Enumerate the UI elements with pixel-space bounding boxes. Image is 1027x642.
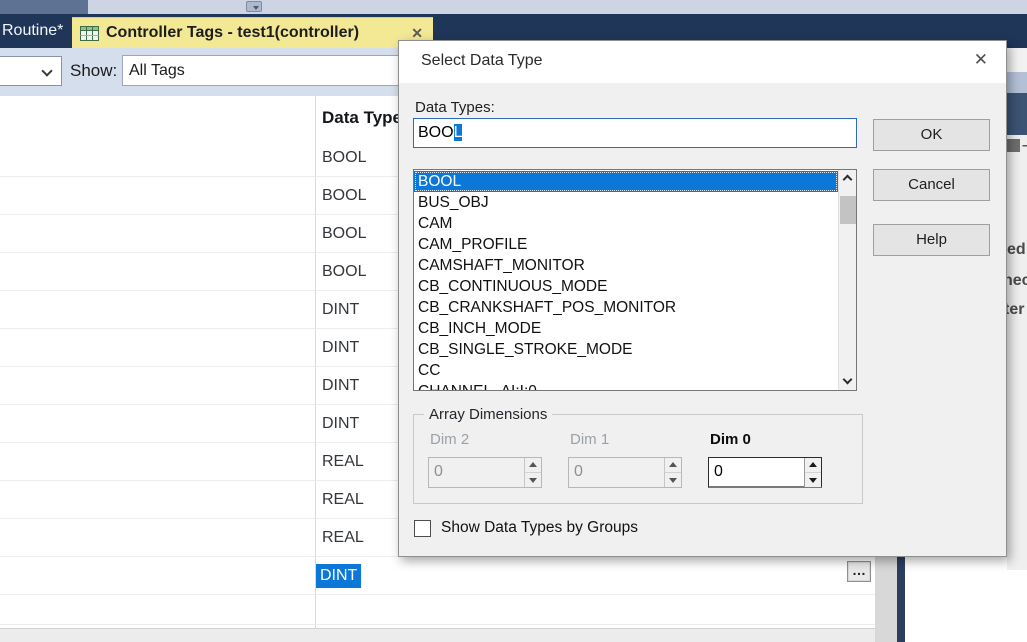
- selected-data-type-cell[interactable]: DINT: [316, 564, 361, 588]
- spin-down-icon: [665, 473, 681, 488]
- scroll-up-icon[interactable]: [839, 170, 857, 187]
- clipped-text-fragment: ter: [1004, 301, 1024, 319]
- app-window: Routine* Controller Tags - test1(control…: [0, 0, 1027, 642]
- spin-up-icon[interactable]: [805, 458, 821, 473]
- dim1-stepper: 0: [568, 457, 682, 488]
- list-item[interactable]: BUS_OBJ: [414, 192, 838, 213]
- data-type-cell[interactable]: BOOL: [322, 139, 366, 177]
- list-item[interactable]: CAMSHAFT_MONITOR: [414, 255, 838, 276]
- dim1-spin-buttons: [664, 458, 681, 487]
- list-item[interactable]: CB_CRANKSHAFT_POS_MONITOR: [414, 297, 838, 318]
- panel-divider: [897, 557, 905, 642]
- list-item[interactable]: CB_CONTINUOUS_MODE: [414, 276, 838, 297]
- browse-ellipsis-button[interactable]: …: [847, 561, 871, 582]
- title-strip-left: [0, 0, 88, 14]
- array-dimensions-group: Array Dimensions Dim 2 Dim 1 Dim 0 0 0: [413, 414, 863, 504]
- data-type-cell[interactable]: BOOL: [322, 253, 366, 291]
- dim2-value: 0: [434, 457, 443, 486]
- list-item[interactable]: CAM_PROFILE: [414, 234, 838, 255]
- dim1-label: Dim 1: [570, 431, 609, 448]
- list-scrollbar[interactable]: [838, 170, 856, 390]
- tab-label: Controller Tags - test1(controller): [106, 24, 359, 42]
- chevron-down-icon: [41, 65, 52, 76]
- data-type-listbox[interactable]: BOOL BUS_OBJ CAM CAM_PROFILE CAMSHAFT_MO…: [413, 169, 857, 391]
- cancel-button[interactable]: Cancel: [873, 169, 990, 201]
- dialog-title-bar[interactable]: Select Data Type ✕: [399, 41, 1006, 83]
- dialog-close-icon[interactable]: ✕: [974, 51, 988, 68]
- right-band-blue: [1007, 72, 1027, 93]
- data-type-column-header[interactable]: Data Type: [322, 96, 402, 139]
- spin-up-icon: [665, 458, 681, 473]
- list-items: BOOL BUS_OBJ CAM CAM_PROFILE CAMSHAFT_MO…: [414, 171, 838, 391]
- title-strip: [0, 0, 1027, 14]
- data-types-label: Data Types:: [415, 99, 495, 116]
- list-item[interactable]: CB_SINGLE_STROKE_MODE: [414, 339, 838, 360]
- data-type-cell[interactable]: REAL: [322, 519, 364, 557]
- data-type-input[interactable]: BOOL: [413, 118, 857, 148]
- window-menu-icon[interactable]: [246, 1, 262, 12]
- dim2-spin-buttons: [524, 458, 541, 487]
- spin-up-icon: [525, 458, 541, 473]
- select-data-type-dialog: Select Data Type ✕ Data Types: BOOL OK C…: [398, 40, 1007, 557]
- scrollbar-thumb[interactable]: [840, 196, 856, 224]
- data-type-cell[interactable]: DINT: [322, 291, 359, 329]
- data-type-cell[interactable]: DINT: [322, 405, 359, 443]
- dim0-label: Dim 0: [710, 431, 751, 448]
- list-item[interactable]: CHANNEL_AI:I:0: [414, 381, 838, 391]
- list-item[interactable]: CC: [414, 360, 838, 381]
- dim0-spin-buttons[interactable]: [804, 458, 821, 487]
- dim1-value: 0: [574, 457, 583, 486]
- data-type-cell[interactable]: REAL: [322, 443, 364, 481]
- dim0-value[interactable]: 0: [714, 457, 723, 486]
- tab-controller-tags[interactable]: Controller Tags - test1(controller) ✕: [72, 17, 433, 48]
- data-type-cell[interactable]: DINT: [322, 329, 359, 367]
- table-row-editing[interactable]: DINT …: [0, 557, 875, 595]
- dim0-stepper[interactable]: 0: [708, 457, 822, 488]
- spin-down-icon: [525, 473, 541, 488]
- right-band-white: [1007, 570, 1027, 642]
- right-gutter: [875, 557, 897, 642]
- show-label: Show:: [70, 61, 117, 81]
- spin-down-icon[interactable]: [805, 473, 821, 488]
- scope-combobox[interactable]: [0, 56, 62, 86]
- clipped-text-fragment: ed: [1007, 241, 1026, 259]
- data-type-cell[interactable]: REAL: [322, 481, 364, 519]
- tab-routine[interactable]: Routine*: [0, 14, 73, 48]
- scroll-down-icon[interactable]: [839, 373, 857, 390]
- table-footer-strip: [0, 628, 897, 642]
- dialog-title: Select Data Type: [421, 52, 543, 70]
- toolbar-fragment-icon: [1007, 139, 1020, 152]
- dim2-label: Dim 2: [430, 431, 469, 448]
- help-button[interactable]: Help: [873, 224, 990, 256]
- right-band-navy: [1007, 93, 1027, 135]
- list-item-selected[interactable]: BOOL: [414, 171, 838, 192]
- ok-button[interactable]: OK: [873, 119, 990, 151]
- show-by-groups-checkbox[interactable]: [414, 520, 431, 537]
- right-band-light: [1007, 48, 1027, 72]
- right-band-gray: [1007, 135, 1027, 570]
- array-dimensions-label: Array Dimensions: [424, 406, 552, 423]
- list-item[interactable]: CAM: [414, 213, 838, 234]
- show-by-groups-label: Show Data Types by Groups: [441, 519, 638, 537]
- data-type-cell[interactable]: BOOL: [322, 177, 366, 215]
- dim2-stepper: 0: [428, 457, 542, 488]
- data-type-cell[interactable]: BOOL: [322, 215, 366, 253]
- list-item[interactable]: CB_INCH_MODE: [414, 318, 838, 339]
- input-text: BOO: [418, 124, 454, 141]
- input-selected-text: L: [454, 124, 463, 141]
- data-type-cell[interactable]: DINT: [322, 367, 359, 405]
- tab-close-icon[interactable]: ✕: [411, 26, 423, 40]
- dash-fragment: –: [1022, 137, 1027, 154]
- table-row-empty[interactable]: [0, 595, 875, 625]
- tags-grid-icon: [80, 26, 99, 41]
